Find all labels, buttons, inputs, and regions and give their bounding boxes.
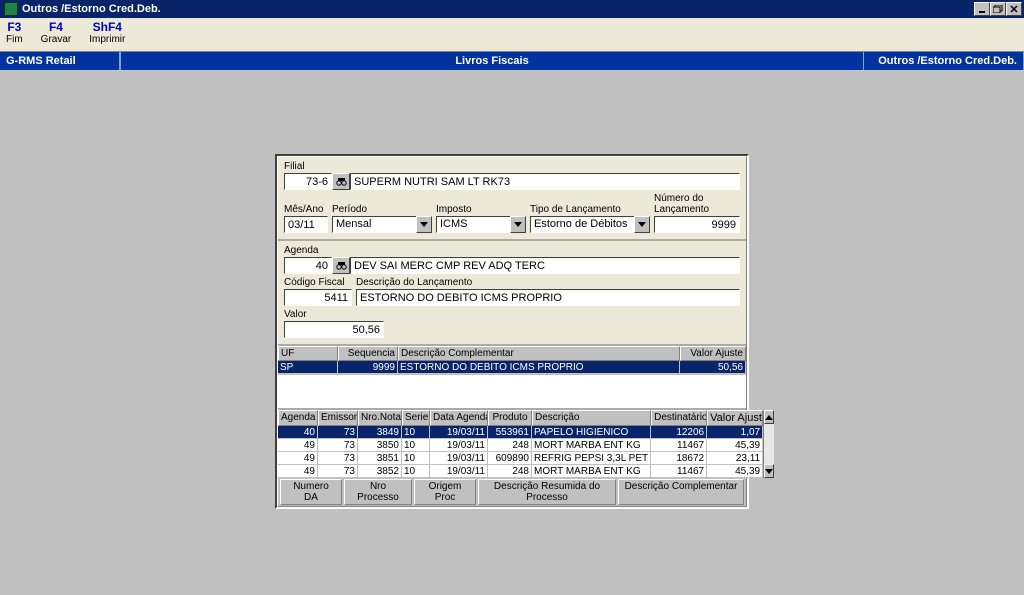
periodo-label: Período xyxy=(332,204,432,215)
table-row[interactable]: 497338521019/03/11248MORT MARBA ENT KG11… xyxy=(278,465,763,478)
section-grid-notas: Agenda Emissor Nro.Nota Serie Data Agend… xyxy=(278,408,746,506)
minimize-button[interactable] xyxy=(974,2,990,16)
grid-notas[interactable]: Agenda Emissor Nro.Nota Serie Data Agend… xyxy=(278,410,763,478)
section-grid-ajuste: UF Sequencia Descrição Complementar Valo… xyxy=(278,344,746,408)
codigo-fiscal-input[interactable] xyxy=(284,289,352,306)
col-valor-ajuste-2: Valor Ajuste ▲ xyxy=(707,410,763,426)
col-data-agenda: Data Agenda xyxy=(430,410,488,426)
table-row[interactable]: 497338501019/03/11248MORT MARBA ENT KG11… xyxy=(278,439,763,452)
col-sequencia: Sequencia xyxy=(338,346,398,361)
table-row[interactable]: 407338491019/03/11553961PAPELO HIGIENICO… xyxy=(278,426,763,439)
chevron-down-icon xyxy=(416,216,432,233)
filial-codigo-input[interactable] xyxy=(284,173,332,190)
app-icon xyxy=(4,2,18,16)
header-left: G-RMS Retail xyxy=(0,52,120,70)
codigo-fiscal-label: Código Fiscal xyxy=(284,277,352,288)
grid-notas-scrollbar[interactable] xyxy=(763,410,774,478)
section-filial: Filial Mês/Ano Período xyxy=(278,157,746,239)
agenda-label: Agenda xyxy=(284,245,740,256)
col-serie: Serie xyxy=(402,410,430,426)
tipo-label: Tipo de Lançamento xyxy=(530,204,650,215)
header-center: Livros Fiscais xyxy=(120,52,864,70)
scroll-up-button[interactable] xyxy=(764,410,774,424)
section-agenda: Agenda Código Fiscal De xyxy=(278,239,746,344)
close-button[interactable] xyxy=(1006,2,1022,16)
descricao-lanc-label: Descrição do Lançamento xyxy=(356,277,740,288)
col-agenda: Agenda xyxy=(278,410,318,426)
agenda-lookup-button[interactable] xyxy=(332,257,350,274)
col-emissor: Emissor xyxy=(318,410,358,426)
col-destinatario: Destinatário xyxy=(651,410,707,426)
menu-bar: F3 Fim F4 Gravar ShF4 Imprimir xyxy=(0,18,1024,52)
grid-empty-area xyxy=(278,374,746,408)
col-desc-complementar: Descrição Complementar xyxy=(398,346,680,361)
imposto-dropdown[interactable]: ICMS xyxy=(436,216,526,233)
valor-label: Valor xyxy=(284,309,384,320)
scroll-down-button[interactable] xyxy=(764,464,774,478)
tab-numero-da[interactable]: Numero DA xyxy=(280,479,342,505)
agenda-desc xyxy=(350,257,740,274)
window-buttons xyxy=(974,2,1022,16)
filial-label: Filial xyxy=(284,161,740,172)
grid-ajuste[interactable]: UF Sequencia Descrição Complementar Valo… xyxy=(278,346,746,408)
work-area: Filial Mês/Ano Período xyxy=(0,70,1024,595)
filial-desc xyxy=(350,173,740,190)
restore-button[interactable] xyxy=(990,2,1006,16)
col-descricao: Descrição xyxy=(532,410,651,426)
filial-lookup-button[interactable] xyxy=(332,173,350,190)
imposto-label: Imposto xyxy=(436,204,526,215)
scroll-track[interactable] xyxy=(764,424,774,464)
menu-item-imprimir[interactable]: ShF4 Imprimir xyxy=(89,20,125,45)
binoculars-icon xyxy=(335,176,347,188)
valor-input[interactable] xyxy=(284,321,384,338)
numero-label: Número do Lançamento xyxy=(654,193,740,215)
tipo-dropdown[interactable]: Estorno de Débitos xyxy=(530,216,650,233)
tab-descricao-complementar[interactable]: Descrição Complementar xyxy=(618,479,744,505)
mesano-label: Mês/Ano xyxy=(284,204,328,215)
tab-nro-processo[interactable]: Nro Processo xyxy=(344,479,412,505)
tab-origem-proc[interactable]: Origem Proc xyxy=(414,479,476,505)
periodo-dropdown[interactable]: Mensal xyxy=(332,216,432,233)
agenda-codigo-input[interactable] xyxy=(284,257,332,274)
menu-item-gravar[interactable]: F4 Gravar xyxy=(41,20,72,45)
mesano-input[interactable] xyxy=(284,216,328,233)
col-valor-ajuste: Valor Ajuste xyxy=(680,346,746,361)
col-uf: UF xyxy=(278,346,338,361)
chevron-down-icon xyxy=(510,216,526,233)
binoculars-icon xyxy=(335,260,347,272)
window-title: Outros /Estorno Cred.Deb. xyxy=(22,3,161,15)
main-panel: Filial Mês/Ano Período xyxy=(275,154,749,509)
table-row[interactable]: 497338511019/03/11609890REFRIG PEPSI 3,3… xyxy=(278,452,763,465)
chevron-down-icon xyxy=(634,216,650,233)
numero-input[interactable] xyxy=(654,216,740,233)
table-row[interactable]: SP9999ESTORNO DO DEBITO ICMS PROPRIO50,5… xyxy=(278,361,746,374)
header-right: Outros /Estorno Cred.Deb. xyxy=(864,52,1024,70)
col-nro-nota: Nro.Nota xyxy=(358,410,402,426)
bottom-tabs: Numero DA Nro Processo Origem Proc Descr… xyxy=(278,478,746,506)
tab-descricao-resumida[interactable]: Descrição Resumida do Processo xyxy=(478,479,616,505)
header-bar: G-RMS Retail Livros Fiscais Outros /Esto… xyxy=(0,52,1024,70)
descricao-lanc-input[interactable] xyxy=(356,289,740,306)
title-bar: Outros /Estorno Cred.Deb. xyxy=(0,0,1024,18)
col-produto: Produto xyxy=(488,410,532,426)
menu-item-fim[interactable]: F3 Fim xyxy=(6,20,23,45)
